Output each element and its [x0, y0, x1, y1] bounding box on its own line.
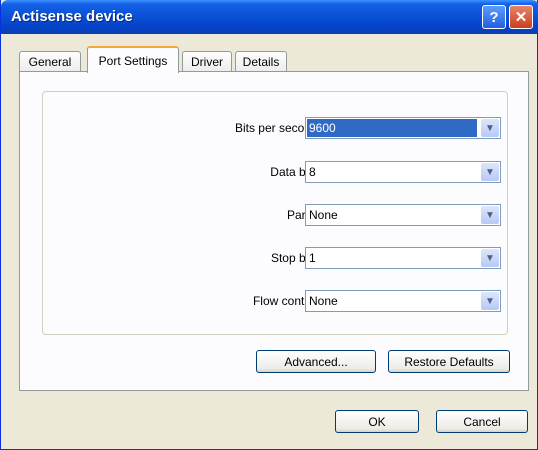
stop-bits-value: 1: [309, 251, 316, 265]
chevron-down-icon[interactable]: ▼: [481, 163, 499, 181]
restore-defaults-button[interactable]: Restore Defaults: [388, 350, 510, 373]
flow-control-select[interactable]: None ▼: [305, 290, 501, 312]
chevron-down-icon[interactable]: ▼: [481, 119, 499, 137]
tab-general[interactable]: General: [19, 51, 81, 72]
port-settings-panel: Bits per second: 9600 ▼ Data bits: 8 ▼ P…: [19, 71, 529, 391]
ok-button[interactable]: OK: [335, 410, 419, 433]
parity-select[interactable]: None ▼: [305, 204, 501, 226]
dialog-window: Actisense device ? ✕ General Port Settin…: [0, 0, 538, 450]
tab-details[interactable]: Details: [235, 51, 287, 72]
bits-per-second-select[interactable]: 9600 ▼: [305, 117, 501, 139]
chevron-down-icon[interactable]: ▼: [481, 249, 499, 267]
help-icon: ?: [489, 8, 499, 26]
chevron-down-icon[interactable]: ▼: [481, 292, 499, 310]
stop-bits-select[interactable]: 1 ▼: [305, 247, 501, 269]
tab-port-settings[interactable]: Port Settings: [87, 46, 179, 73]
data-bits-select[interactable]: 8 ▼: [305, 161, 501, 183]
close-icon: ✕: [514, 9, 528, 26]
close-button[interactable]: ✕: [509, 5, 533, 29]
chevron-down-icon[interactable]: ▼: [481, 206, 499, 224]
bits-per-second-value: 9600: [307, 119, 477, 137]
help-button[interactable]: ?: [482, 5, 506, 29]
window-title: Actisense device: [11, 8, 133, 25]
cancel-button[interactable]: Cancel: [436, 410, 528, 433]
data-bits-value: 8: [309, 165, 316, 179]
title-bar[interactable]: Actisense device ? ✕: [1, 0, 538, 34]
settings-group: Bits per second: 9600 ▼ Data bits: 8 ▼ P…: [42, 91, 508, 335]
tab-driver[interactable]: Driver: [182, 51, 232, 72]
advanced-button[interactable]: Advanced...: [256, 350, 376, 373]
flow-control-value: None: [309, 294, 338, 308]
parity-value: None: [309, 208, 338, 222]
